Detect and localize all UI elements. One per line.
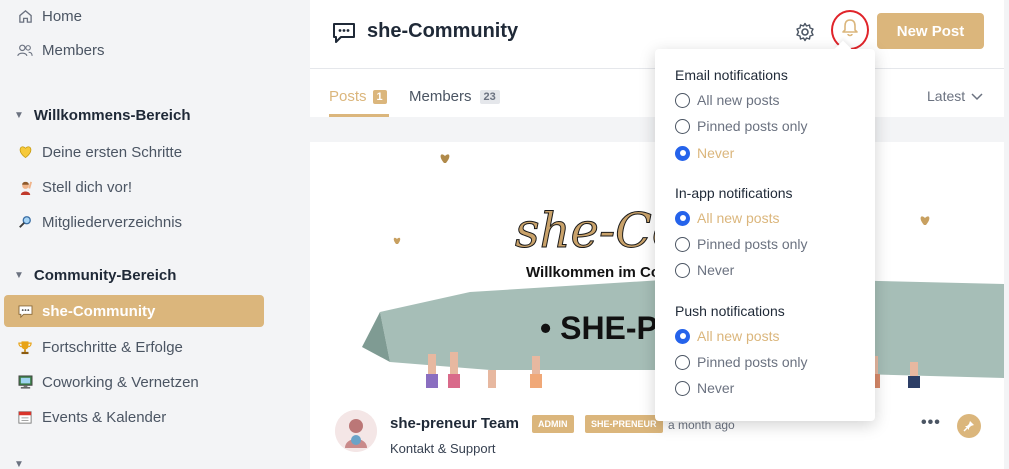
tab-label: Members — [409, 88, 472, 105]
trophy-icon — [16, 338, 34, 356]
option-label: Pinned posts only — [697, 236, 808, 252]
tab-members[interactable]: Members 23 — [409, 88, 500, 105]
notification-bell-button[interactable] — [831, 10, 869, 50]
sidebar: Home Members ▼ Willkommens-Bereich Deine… — [0, 0, 276, 469]
radio-button-selected[interactable] — [675, 328, 690, 344]
sidebar-item-stell-dich-vor[interactable]: Stell dich vor! — [4, 171, 264, 203]
yellow-heart-icon — [16, 143, 34, 161]
sidebar-item-events[interactable]: Events & Kalender — [4, 401, 264, 433]
sidebar-item-fortschritte[interactable]: Fortschritte & Erfolge — [4, 331, 264, 363]
admin-badge: ADMIN — [532, 415, 574, 433]
new-post-button[interactable]: New Post — [877, 13, 984, 49]
post-author[interactable]: she-preneur Team — [390, 415, 519, 432]
sidebar-item-members[interactable]: Members — [4, 34, 264, 66]
radio-button[interactable] — [675, 236, 690, 252]
pin-icon[interactable] — [957, 414, 981, 438]
sort-dropdown[interactable]: Latest — [927, 88, 983, 104]
sidebar-item-home[interactable]: Home — [4, 0, 264, 32]
posts-count-badge: 1 — [372, 89, 387, 104]
caret-down-icon: ▼ — [14, 270, 24, 281]
section-header-more[interactable]: ▼ — [14, 459, 34, 469]
role-badge: SHE-PRENEUR — [585, 415, 663, 433]
email-option-pinned[interactable]: Pinned posts only — [675, 115, 808, 137]
tab-label: Posts — [329, 88, 367, 105]
radio-button[interactable] — [675, 262, 690, 278]
email-option-never[interactable]: Never — [675, 142, 734, 164]
speech-bubble-icon — [332, 22, 356, 49]
active-tab-indicator — [329, 114, 389, 117]
radio-button[interactable] — [675, 92, 690, 108]
section-header-willkommens[interactable]: ▼ Willkommens-Bereich — [14, 107, 190, 124]
avatar[interactable] — [335, 410, 377, 452]
inapp-option-never[interactable]: Never — [675, 259, 734, 281]
option-label: All new posts — [697, 92, 780, 108]
sort-label: Latest — [927, 88, 966, 104]
option-label: All new posts — [697, 328, 780, 344]
banner-ribbon-text: • SHE-P — [540, 310, 658, 346]
radio-button[interactable] — [675, 354, 690, 370]
section-header-community[interactable]: ▼ Community-Bereich — [14, 267, 176, 284]
members-count-badge: 23 — [479, 89, 500, 104]
option-label: Never — [697, 262, 735, 278]
radio-button[interactable] — [675, 380, 690, 396]
raising-hand-icon — [16, 178, 34, 196]
sidebar-item-label: Stell dich vor! — [42, 178, 133, 196]
radio-button[interactable] — [675, 118, 690, 134]
sidebar-item-coworking[interactable]: Coworking & Vernetzen — [4, 366, 264, 398]
sidebar-item-label: Deine ersten Schritte — [42, 143, 183, 161]
banner-welcome-text: Willkommen im Co — [526, 264, 660, 281]
option-label: All new posts — [697, 210, 780, 226]
inapp-option-pinned[interactable]: Pinned posts only — [675, 233, 808, 255]
sidebar-item-label: Home — [42, 7, 83, 25]
sidebar-item-label: Mitgliederverzeichnis — [42, 213, 183, 231]
magnifier-icon — [16, 213, 34, 231]
more-options-icon[interactable]: ••• — [921, 414, 941, 432]
email-option-all[interactable]: All new posts — [675, 89, 779, 111]
speech-bubble-icon — [16, 302, 34, 320]
push-option-all[interactable]: All new posts — [675, 325, 779, 347]
push-option-never[interactable]: Never — [675, 377, 734, 399]
sidebar-item-label: Coworking & Vernetzen — [42, 373, 199, 391]
option-label: Pinned posts only — [697, 354, 808, 370]
chevron-down-icon — [971, 88, 983, 104]
email-notifications-title: Email notifications — [675, 67, 788, 83]
push-notifications-title: Push notifications — [675, 303, 785, 319]
desktop-icon — [16, 373, 34, 391]
radio-button-selected[interactable] — [675, 210, 690, 226]
sidebar-item-deine-ersten-schritte[interactable]: Deine ersten Schritte — [4, 136, 264, 168]
calendar-icon — [16, 408, 34, 426]
sidebar-item-label: she-Community — [42, 302, 156, 320]
option-label: Never — [697, 145, 735, 161]
sidebar-item-label: Fortschritte & Erfolge — [42, 338, 183, 356]
radio-button-selected[interactable] — [675, 145, 690, 161]
members-icon — [16, 41, 34, 59]
section-title: Community-Bereich — [33, 267, 177, 284]
tab-posts[interactable]: Posts 1 — [329, 88, 387, 105]
push-option-pinned[interactable]: Pinned posts only — [675, 351, 808, 373]
gear-icon[interactable] — [795, 22, 815, 47]
post-subtitle: Kontakt & Support — [390, 441, 496, 456]
inapp-option-all[interactable]: All new posts — [675, 207, 779, 229]
sidebar-item-label: Members — [42, 41, 105, 59]
caret-down-icon: ▼ — [14, 459, 24, 469]
sidebar-item-mitgliederverzeichnis[interactable]: Mitgliederverzeichnis — [4, 206, 264, 238]
section-title: Willkommens-Bereich — [33, 107, 191, 124]
caret-down-icon: ▼ — [14, 110, 24, 121]
page-title: she-Community — [367, 20, 519, 42]
bell-icon — [841, 18, 859, 42]
sidebar-item-she-community[interactable]: she-Community — [4, 295, 264, 327]
inapp-notifications-title: In-app notifications — [675, 185, 793, 201]
option-label: Pinned posts only — [697, 118, 808, 134]
sidebar-item-label: Events & Kalender — [42, 408, 167, 426]
notification-settings-dropdown: Email notifications All new posts Pinned… — [655, 49, 875, 421]
option-label: Never — [697, 380, 735, 396]
home-icon — [16, 7, 34, 25]
